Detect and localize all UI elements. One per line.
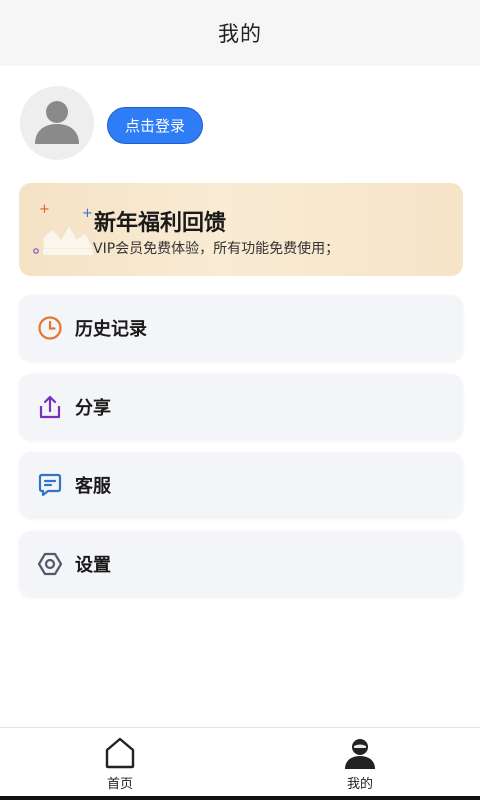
login-button[interactable]: 点击登录 [107, 107, 203, 144]
system-bar [0, 796, 480, 800]
menu-item-support[interactable]: 客服 [19, 452, 463, 518]
nav-item-label: 首页 [106, 777, 133, 792]
menu-item-settings[interactable]: 设置 [19, 531, 463, 597]
page-title: 我的 [218, 22, 262, 46]
screen: 我的 点击登录 + + 新年福利回馈 VIP会员免费体验，所有功能免费使用； 历… [0, 0, 480, 800]
promo-title: 新年福利回馈 [94, 211, 227, 236]
clock-icon [37, 315, 63, 341]
menu-item-label: 客服 [75, 476, 111, 497]
header: 我的 [0, 0, 480, 66]
svg-text:+: + [82, 206, 93, 221]
share-icon [37, 394, 63, 420]
nav-item-profile[interactable]: 我的 [300, 728, 420, 800]
bottom-nav: 首页 我的 [0, 727, 480, 800]
menu-item-share[interactable]: 分享 [19, 374, 463, 440]
promo-banner[interactable]: + + [19, 183, 463, 276]
settings-icon [37, 551, 63, 577]
menu-item-label: 历史记录 [75, 319, 147, 340]
menu-item-history[interactable]: 历史记录 [19, 295, 463, 361]
avatar[interactable] [20, 86, 94, 160]
nav-item-home[interactable]: 首页 [60, 728, 180, 800]
profile-icon [343, 736, 377, 770]
nav-item-label: 我的 [346, 777, 373, 792]
promo-subtitle: VIP会员免费体验，所有功能免费使用； [93, 241, 340, 257]
menu-item-label: 分享 [75, 398, 111, 419]
user-avatar-icon [35, 101, 79, 144]
svg-text:+: + [39, 202, 50, 217]
home-icon [103, 736, 137, 770]
chat-icon [37, 472, 63, 498]
menu-item-label: 设置 [75, 555, 111, 576]
